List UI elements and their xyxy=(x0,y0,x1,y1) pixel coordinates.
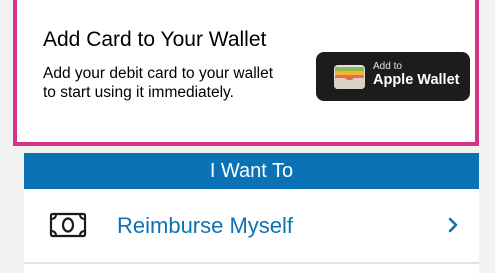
apple-wallet-icon xyxy=(334,65,365,89)
apple-wallet-button-label: Apple Wallet xyxy=(373,72,460,88)
add-card-to-wallet-panel: Add Card to Your Wallet Add your debit c… xyxy=(13,0,479,146)
add-to-apple-wallet-button[interactable]: Add to Apple Wallet xyxy=(316,52,470,101)
apple-wallet-button-small-label: Add to xyxy=(373,61,402,72)
reimburse-myself-row[interactable]: Reimburse Myself xyxy=(24,189,479,262)
chevron-right-icon xyxy=(448,217,458,233)
wallet-card-title: Add Card to Your Wallet xyxy=(43,28,267,51)
section-header: I Want To xyxy=(24,153,479,189)
page: Add Card to Your Wallet Add your debit c… xyxy=(0,0,495,273)
reimburse-myself-label: Reimburse Myself xyxy=(117,213,294,238)
wallet-card-description: Add your debit card to your wallet to st… xyxy=(43,65,274,101)
row-divider xyxy=(24,262,479,264)
apple-wallet-button-text: Add to Apple Wallet xyxy=(373,61,459,89)
cash-icon xyxy=(49,212,87,238)
i-want-to-section: I Want To Reimburse Myself xyxy=(24,153,479,273)
